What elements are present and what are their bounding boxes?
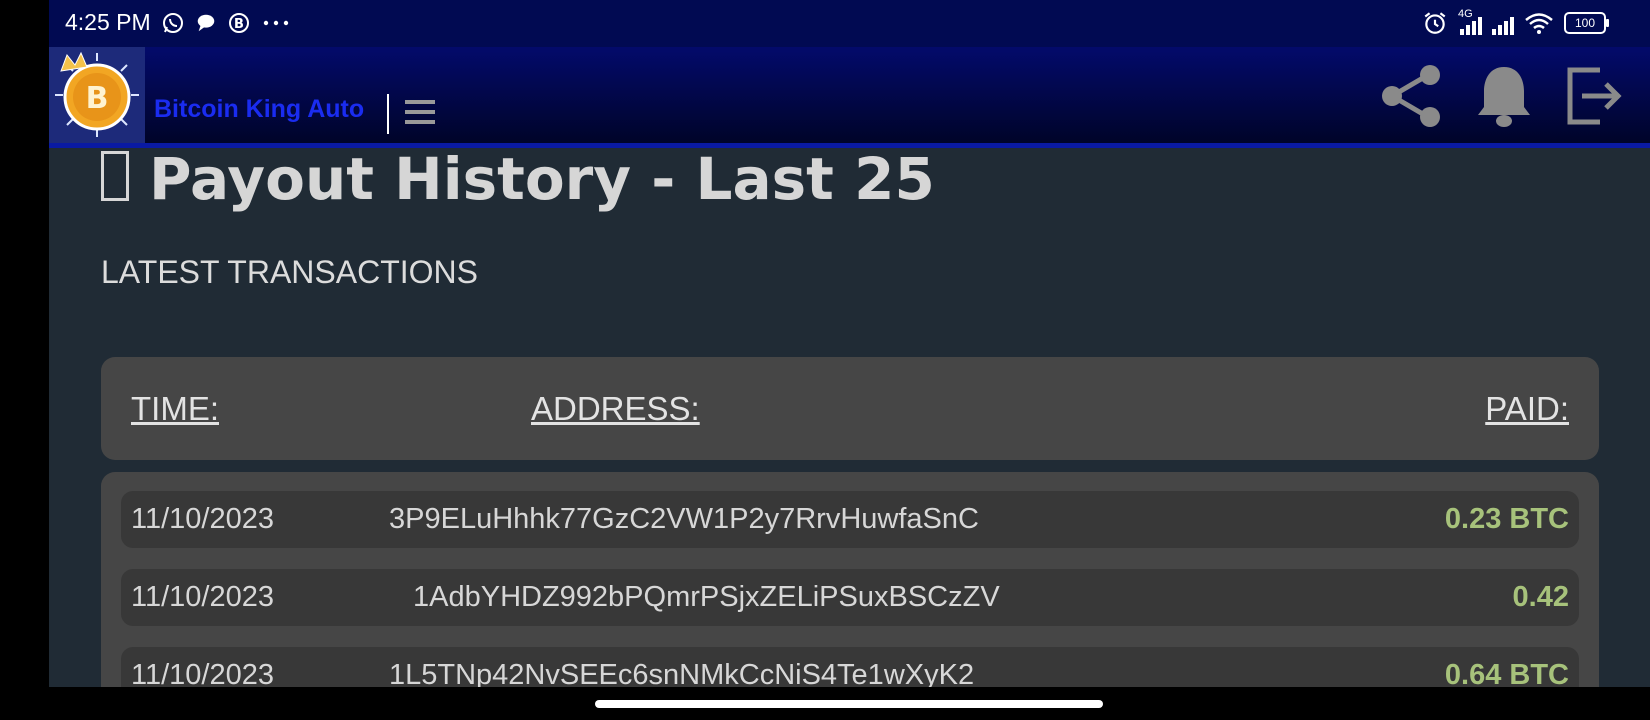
- section-label: LATEST TRANSACTIONS: [101, 254, 478, 290]
- status-time: 4:25 PM: [65, 9, 151, 35]
- brand-name[interactable]: Bitcoin King Auto: [154, 95, 364, 124]
- logo-container[interactable]: B: [49, 47, 145, 143]
- table-header: TIME: ADDRESS: PAID:: [101, 357, 1599, 460]
- bitcoin-king-logo-icon: B: [55, 51, 139, 137]
- header-actions: [1376, 61, 1626, 131]
- row-paid: 0.23 BTC: [1444, 503, 1569, 535]
- row-time: 11/10/2023: [131, 503, 274, 535]
- wifi-icon: [1525, 13, 1553, 34]
- menu-icon[interactable]: [405, 100, 435, 130]
- signal-icon: [1492, 11, 1514, 35]
- battery-level: 100: [1574, 16, 1596, 30]
- header-address: ADDRESS:: [531, 390, 700, 427]
- logout-icon[interactable]: [1562, 64, 1626, 128]
- svg-text:B: B: [86, 81, 109, 116]
- app-header: B Bitcoin King Auto: [49, 47, 1650, 148]
- more-dots-icon: [263, 20, 289, 26]
- status-bar: 4:25 PM B 4G 100: [49, 0, 1650, 47]
- network-type-label: 4G: [1458, 8, 1473, 20]
- share-icon[interactable]: [1376, 61, 1446, 131]
- row-time: 11/10/2023: [131, 581, 274, 613]
- table-row[interactable]: 11/10/2023 3P9ELuHhhk77GzC2VW1P2y7RrvHuw…: [121, 491, 1579, 548]
- row-paid: 0.42: [1512, 581, 1569, 613]
- gesture-nav-bar: [0, 687, 1650, 720]
- app-screen: 4:25 PM B 4G 100 B Bitcoin King Auto Pay…: [49, 0, 1650, 720]
- brand-divider: [387, 94, 389, 134]
- header-paid: PAID:: [1485, 390, 1569, 427]
- signal-4g-icon: 4G: [1458, 8, 1482, 35]
- page-title-text: Payout History - Last 25: [149, 145, 935, 213]
- page-title: Payout History - Last 25: [101, 145, 935, 213]
- svg-text:B: B: [234, 17, 244, 32]
- header-time: TIME:: [131, 390, 219, 427]
- missing-glyph-icon: [101, 151, 129, 201]
- transactions-list: 11/10/2023 3P9ELuHhhk77GzC2VW1P2y7RrvHuw…: [101, 472, 1599, 720]
- row-address: 3P9ELuHhhk77GzC2VW1P2y7RrvHuwfaSnC: [389, 503, 979, 535]
- alarm-icon: [1424, 12, 1446, 34]
- table-row[interactable]: 11/10/2023 1AdbYHDZ992bPQmrPSjxZELiPSuxB…: [121, 569, 1579, 626]
- home-gesture-handle[interactable]: [595, 700, 1103, 708]
- bell-icon[interactable]: [1472, 61, 1536, 131]
- status-notification-icons: B: [161, 11, 291, 35]
- whatsapp-icon: [163, 13, 183, 33]
- left-black-bar: [0, 0, 49, 720]
- b-app-icon: B: [229, 13, 249, 33]
- chat-bubble-icon: [197, 14, 215, 32]
- row-address: 1AdbYHDZ992bPQmrPSjxZELiPSuxBSCzZV: [413, 581, 1000, 613]
- battery-icon: 100: [1564, 12, 1609, 34]
- status-system-icons: 4G 100: [1422, 8, 1609, 36]
